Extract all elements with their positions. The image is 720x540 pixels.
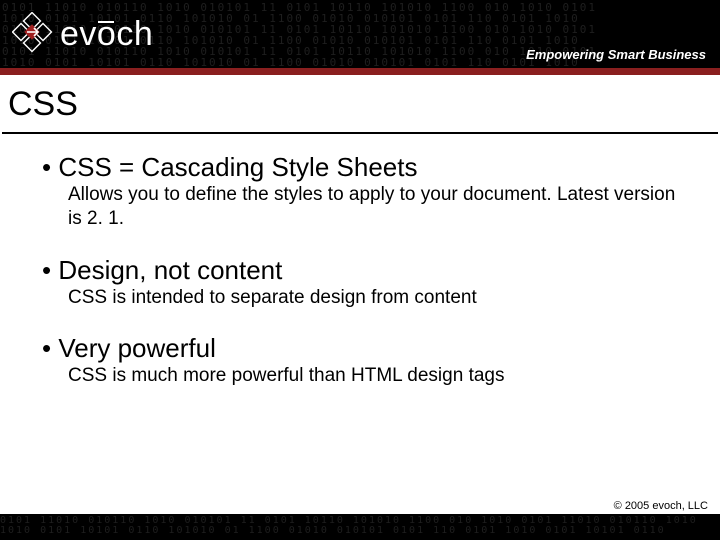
bullet-body: CSS is much more powerful than HTML desi…: [68, 364, 690, 388]
slide-content: • CSS = Cascading Style Sheets Allows yo…: [0, 134, 720, 398]
bullet-heading: • Design, not content: [42, 255, 690, 286]
slide-header: 0101 11010 010110 1010 010101 11 0101 10…: [0, 0, 720, 68]
footer-bar: 0101 11010 010110 1010 010101 11 0101 10…: [0, 516, 720, 540]
bullet-body: CSS is intended to separate design from …: [68, 286, 690, 310]
slide-footer: © 2005 evoch, LLC 0101 11010 010110 1010…: [0, 496, 720, 540]
brand-logo: evoch: [12, 12, 153, 56]
footer-binary-texture: 0101 11010 010110 1010 010101 11 0101 10…: [0, 516, 720, 540]
bullet-heading: • Very powerful: [42, 333, 690, 364]
bullet-body: Allows you to define the styles to apply…: [68, 183, 690, 231]
bullet-heading: • CSS = Cascading Style Sheets: [42, 152, 690, 183]
slide-title: CSS: [8, 85, 712, 124]
title-area: CSS: [2, 75, 718, 134]
header-accent-bar: [0, 68, 720, 75]
brand-name: evoch: [60, 15, 153, 54]
brand-tagline: Empowering Smart Business: [526, 47, 706, 62]
copyright-text: © 2005 evoch, LLC: [614, 500, 708, 512]
diamond-arrow-icon: [12, 12, 56, 56]
